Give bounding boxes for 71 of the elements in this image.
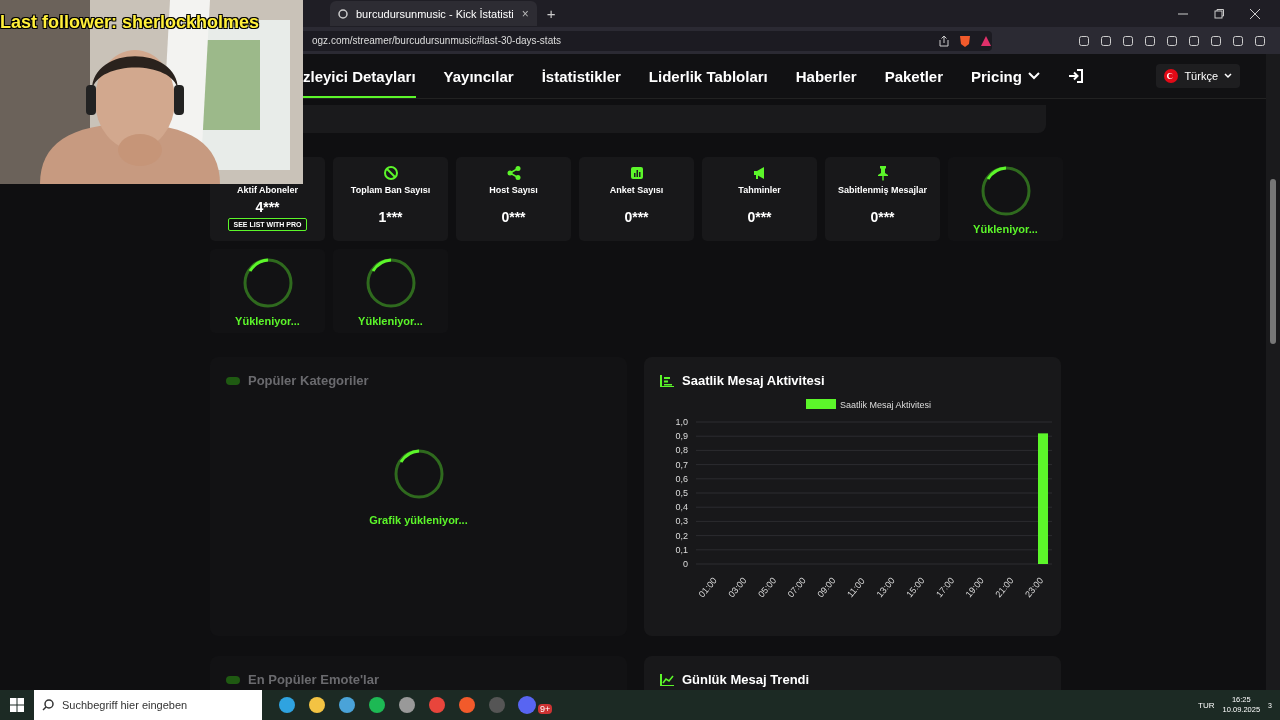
- stat-label: Toplam Ban Sayısı: [350, 185, 431, 195]
- stat-icon: [505, 165, 522, 181]
- login-icon[interactable]: [1067, 68, 1084, 84]
- legend-swatch: [806, 399, 836, 409]
- windows-icon[interactable]: [10, 698, 24, 712]
- stat-value: 0***: [747, 209, 772, 225]
- new-tab-button[interactable]: +: [546, 5, 556, 22]
- loading-text: Yükleniyor...: [358, 315, 423, 327]
- stat-icon: [382, 165, 399, 181]
- chart-icon: [660, 673, 674, 686]
- nav-link[interactable]: Haberler: [795, 54, 857, 98]
- axis-tick-label: 0: [683, 559, 688, 569]
- close-icon[interactable]: [1250, 8, 1260, 19]
- stat-label: Sabitlenmiş Mesajlar: [837, 185, 927, 195]
- stat-label: Host Sayısı: [489, 185, 538, 195]
- site-icon: [338, 8, 348, 19]
- axis-tick-label: 0,1: [675, 544, 688, 555]
- search-icon: [42, 699, 54, 711]
- axis-tick-label: 1,0: [675, 417, 688, 427]
- axis-tick-label: 0,2: [675, 530, 688, 541]
- language-indicator: TUR: [1198, 700, 1215, 710]
- nav-link[interactable]: Liderlik Tabloları: [648, 54, 768, 98]
- nav-link[interactable]: İstatistikler: [541, 54, 621, 98]
- stat-label: Tahminler: [738, 185, 781, 195]
- axis-tick-label: 0,3: [675, 516, 688, 527]
- close-icon[interactable]: ×: [521, 6, 529, 21]
- pill-icon: [226, 374, 240, 387]
- panel-title: En Popüler Emote'lar: [248, 672, 379, 687]
- axis-tick-label: 0,7: [675, 459, 688, 470]
- stat-value: 4***: [255, 199, 280, 215]
- loading-text: Yükleniyor...: [235, 315, 300, 327]
- axis-tick-label: 0,8: [675, 445, 688, 456]
- axis-tick-label: 0,5: [675, 488, 688, 498]
- nav-link[interactable]: Paketler: [884, 54, 944, 98]
- restore-icon[interactable]: [1214, 8, 1224, 19]
- chart-icon: [660, 374, 674, 387]
- axis-tick-label: 0,6: [675, 473, 688, 484]
- panel-title: Saatlik Mesaj Aktivitesi: [682, 373, 825, 388]
- taskbar-search-field[interactable]: Suchbegriff hier eingeben: [34, 690, 262, 720]
- panel-title: Günlük Mesaj Trendi: [682, 672, 810, 687]
- stat-label: Anket Sayısı: [609, 185, 664, 195]
- axis-tick-label: 0,4: [675, 502, 688, 513]
- loading-spinner: [364, 257, 417, 309]
- address-field[interactable]: ogz.com/streamer/burcudursunmusic#last-30-days-stats: [300, 30, 992, 51]
- share-icon[interactable]: [938, 34, 950, 47]
- nav-link[interactable]: Pricing: [971, 54, 1040, 98]
- loading-text: Yükleniyor...: [973, 223, 1038, 235]
- stat-value: 0***: [501, 209, 526, 225]
- stat-icon: [628, 165, 645, 181]
- stat-value: 1***: [378, 209, 403, 225]
- scrollbar-thumb[interactable]: [1270, 179, 1276, 344]
- chevron-icon: [1224, 73, 1232, 79]
- triangle-icon[interactable]: [980, 34, 992, 47]
- flag-icon: [1164, 69, 1179, 83]
- chevron-icon: [1027, 72, 1040, 80]
- tab-title: burcudursunmusic - Kick İstatisti: [356, 7, 514, 20]
- stat-label: Aktif Aboneler: [236, 185, 299, 195]
- pill-icon: [226, 673, 240, 686]
- legend-label: Saatlik Mesaj Aktivitesi: [840, 400, 932, 410]
- language-selector[interactable]: Türkçe: [1156, 64, 1240, 88]
- nav-link[interactable]: Yayıncılar: [443, 54, 514, 98]
- panel-title: Popüler Kategoriler: [248, 373, 369, 388]
- loading-spinner: [979, 165, 1032, 217]
- browser-tab[interactable]: burcudursunmusic - Kick İstatisti ×: [330, 1, 537, 26]
- axis-tick-label: 0,9: [675, 431, 688, 442]
- stat-value: 0***: [624, 209, 649, 225]
- loading-spinner: [392, 448, 445, 500]
- loading-text: Grafik yükleniyor...: [369, 514, 468, 526]
- stat-value: 0***: [870, 209, 895, 225]
- loading-spinner: [241, 257, 294, 309]
- notification-badge: 9+: [538, 704, 553, 714]
